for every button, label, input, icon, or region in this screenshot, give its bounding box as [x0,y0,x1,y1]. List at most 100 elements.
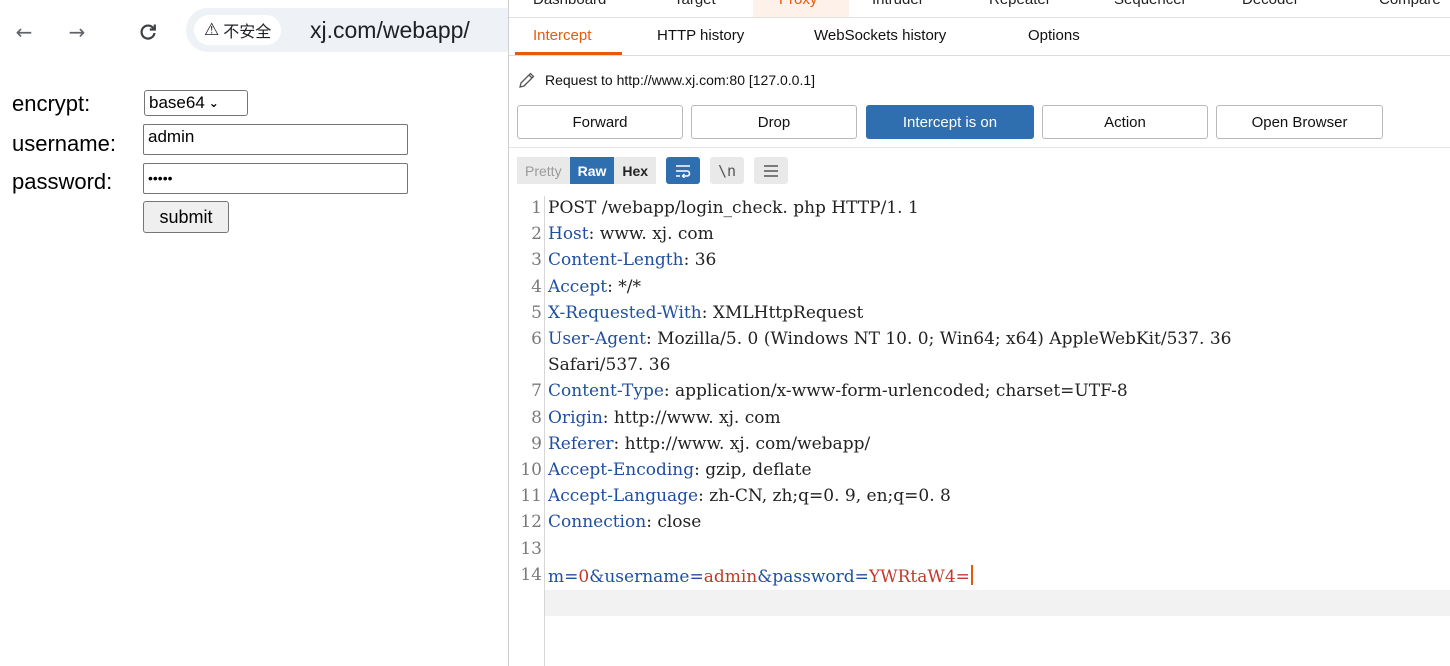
tab-websockets-history[interactable]: WebSockets history [814,27,946,44]
request-line: Content-Length: 36 [548,250,716,270]
tab-http-history[interactable]: HTTP history [657,27,744,44]
forward-button[interactable]: Forward [517,105,683,139]
main-tab-bar: Dashboard Target Proxy Intruder Repeater… [509,0,1450,18]
param-name: m [548,566,565,587]
header-value: POST /webapp/login_check. php HTTP/1. 1 [548,198,919,218]
header-value: application/x-www-form-urlencoded; chars… [675,381,1128,402]
browser-window: ← → ⚠ 不安全 xj.com/webapp/ encrypt: base64… [0,0,526,666]
header-separator: : [613,433,625,454]
login-form: encrypt: base64 ⌄ username: admin passwo… [0,64,508,666]
tab-proxy[interactable]: Proxy [779,0,817,8]
tab-compare[interactable]: Compare [1379,0,1441,8]
request-line: Accept-Encoding: gzip, deflate [548,460,812,480]
header-separator: : [588,224,600,245]
tab-repeater[interactable]: Repeater [989,0,1051,8]
divider [509,147,1450,148]
header-separator: : [683,250,695,271]
username-label: username: [12,131,116,156]
tab-intercept[interactable]: Intercept [533,27,591,44]
view-hex-button[interactable]: Hex [614,157,657,184]
line-number: 5 [531,302,542,323]
header-value: Mozilla/5. 0 (Windows NT 10. 0; Win64; x… [657,329,1232,349]
address-bar[interactable]: ⚠ 不安全 xj.com/webapp/ [186,8,526,52]
header-separator: : [698,486,710,507]
header-value: http://www. xj. com/webapp/ [624,433,871,454]
current-line-highlight [545,590,1450,616]
request-line: User-Agent: Mozilla/5. 0 (Windows NT 10.… [548,329,1231,349]
request-line: Safari/537. 36 [548,355,670,375]
encrypt-select-value: base64 [149,93,205,112]
text-cursor [970,564,973,585]
header-name: Content-Length [548,250,684,271]
request-line: Origin: http://www. xj. com [548,408,781,428]
param-equals: = [854,566,869,587]
line-number: 10 [520,460,542,480]
tab-dashboard[interactable]: Dashboard [533,0,606,8]
tab-target[interactable]: Target [674,0,716,8]
header-separator: : [694,460,706,480]
request-body-line: m=0&username=admin&password=YWRtaW4= [548,564,973,587]
request-line: Connection: close [548,512,701,532]
header-name: Host [548,224,589,245]
header-value: XMLHttpRequest [712,302,864,323]
message-view-toolbar: Pretty Raw Hex \n [517,157,789,184]
tab-options[interactable]: Options [1028,27,1080,44]
url-text[interactable]: xj.com/webapp/ [310,17,470,44]
header-value: zh-CN, zh;q=0. 9, en;q=0. 8 [709,486,951,507]
request-target-line: Request to http://www.xj.com:80 [127.0.0… [517,70,815,90]
intercept-button-row: Forward Drop Intercept is on Action Open… [509,105,1450,139]
header-value: www. xj. com [599,224,714,245]
request-line: Accept-Language: zh-CN, zh;q=0. 9, en;q=… [548,486,951,506]
param-separator: & [589,566,605,587]
header-value: http://www. xj. com [613,407,781,428]
encrypt-select[interactable]: base64 ⌄ [144,90,248,116]
header-separator: : [607,276,619,297]
header-separator: : [663,381,676,402]
drop-button[interactable]: Drop [691,105,857,139]
line-number: 12 [520,512,542,533]
request-line: Accept: */* [548,277,641,297]
wrap-icon[interactable] [666,157,701,184]
header-separator: : [645,329,658,349]
param-value: YWRtaW4= [868,566,970,587]
line-number: 11 [520,486,542,507]
header-name: Content-Type [548,381,664,402]
security-chip[interactable]: ⚠ 不安全 [194,15,282,45]
request-line: Host: www. xj. com [548,224,714,244]
tab-decoder[interactable]: Decoder [1242,0,1299,8]
intercept-toggle-button[interactable]: Intercept is on [866,105,1034,139]
header-name: Connection [548,512,647,533]
header-value: */* [618,276,641,297]
view-pretty-button[interactable]: Pretty [517,157,570,184]
password-input[interactable]: ••••• [143,163,408,194]
param-separator: & [757,566,773,587]
security-label: 不安全 [223,24,272,41]
forward-arrow-icon[interactable]: → [63,18,91,46]
open-browser-button[interactable]: Open Browser [1216,105,1383,139]
request-editor[interactable]: 1 POST /webapp/login_check. php HTTP/1. 1… [509,196,1450,666]
username-input[interactable]: admin [143,124,408,155]
line-number: 2 [531,224,542,245]
active-sub-tab-underline [515,52,622,55]
header-separator: : [602,407,614,428]
line-number: 3 [531,250,542,271]
proxy-sub-tab-bar: Intercept HTTP history WebSockets histor… [509,18,1450,56]
submit-button[interactable]: submit [143,201,229,233]
header-name: Referer [548,433,614,454]
line-number: 6 [531,329,542,349]
line-number: 7 [531,381,542,402]
browser-toolbar: ← → ⚠ 不安全 xj.com/webapp/ [0,0,526,64]
menu-icon[interactable] [754,157,789,184]
header-value: 36 [694,250,717,271]
header-name: User-Agent [548,329,646,349]
tab-intruder[interactable]: Intruder [872,0,924,8]
back-arrow-icon[interactable]: ← [10,18,38,46]
action-button[interactable]: Action [1042,105,1208,139]
tab-sequencer[interactable]: Sequencer [1114,0,1187,8]
newline-icon[interactable]: \n [710,157,745,184]
reload-icon[interactable] [134,18,162,46]
request-line: Referer: http://www. xj. com/webapp/ [548,434,870,454]
view-raw-button[interactable]: Raw [569,157,615,184]
password-label: password: [12,169,113,194]
header-value: close [657,512,702,533]
